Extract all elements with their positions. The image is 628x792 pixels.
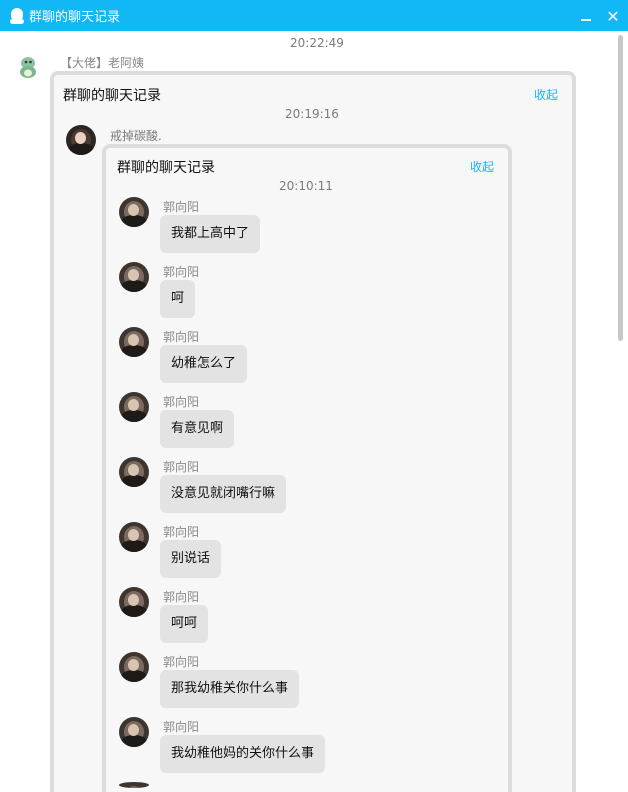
- nested-card-title: 群聊的聊天记录: [117, 160, 215, 176]
- title-bar: 群聊的聊天记录 ✕: [0, 0, 628, 31]
- message-sender-name: 郭向阳: [163, 200, 200, 214]
- message-bubble[interactable]: 有意见啊: [160, 410, 235, 448]
- avatar[interactable]: [119, 652, 149, 682]
- nested-card-timestamp: 20:10:11: [279, 179, 333, 193]
- message-bubble[interactable]: 没意见就闭嘴行嘛: [160, 475, 287, 513]
- message-sender-name: 郭向阳: [163, 720, 200, 734]
- card-timestamp: 20:19:16: [285, 107, 339, 121]
- minimize-icon: [581, 19, 591, 21]
- message-sender-name: 郭向阳: [163, 460, 200, 474]
- message-bubble[interactable]: 我都上高中了: [160, 215, 261, 253]
- avatar[interactable]: [119, 262, 149, 292]
- message-sender-name: 郭向阳: [163, 265, 200, 279]
- outer-timestamp: 20:22:49: [290, 36, 344, 50]
- avatar[interactable]: [119, 197, 149, 227]
- dinosaur-avatar-icon[interactable]: [17, 55, 39, 79]
- message-sender-name: 郭向阳: [163, 525, 200, 539]
- close-button[interactable]: ✕: [603, 6, 623, 26]
- scrollbar[interactable]: [613, 31, 628, 788]
- message-bubble[interactable]: 呵: [160, 280, 196, 318]
- avatar[interactable]: [119, 522, 149, 552]
- avatar[interactable]: [119, 392, 149, 422]
- outer-sender-name: 【大佬】老阿姨: [60, 56, 145, 70]
- avatar[interactable]: [119, 717, 149, 747]
- message-sender-name: 郭向阳: [163, 395, 200, 409]
- avatar[interactable]: [66, 125, 96, 155]
- message-bubble[interactable]: 我幼稚他妈的关你什么事: [160, 735, 326, 773]
- minimize-button[interactable]: [576, 6, 596, 26]
- message-sender-name: 郭向阳: [163, 655, 200, 669]
- card-title: 群聊的聊天记录: [63, 88, 161, 104]
- close-icon: ✕: [606, 6, 620, 26]
- qq-penguin-icon: [10, 7, 24, 24]
- avatar[interactable]: [119, 457, 149, 487]
- avatar[interactable]: [119, 327, 149, 357]
- avatar[interactable]: [119, 782, 149, 788]
- nested-collapse-button[interactable]: 收起: [470, 158, 494, 175]
- window-title: 群聊的聊天记录: [29, 10, 121, 25]
- avatar[interactable]: [119, 587, 149, 617]
- message-sender-name: 郭向阳: [163, 330, 200, 344]
- scrollbar-thumb[interactable]: [618, 35, 623, 341]
- message-bubble[interactable]: 别说话: [160, 540, 222, 578]
- message-sender-name: 郭向阳: [163, 590, 200, 604]
- collapse-button[interactable]: 收起: [534, 86, 558, 103]
- message-bubble[interactable]: 那我幼稚关你什么事: [160, 670, 300, 708]
- card-sender-name: 戒掉碳酸.: [110, 129, 162, 143]
- message-bubble[interactable]: 呵呵: [160, 605, 209, 643]
- message-bubble[interactable]: 幼稚怎么了: [160, 345, 248, 383]
